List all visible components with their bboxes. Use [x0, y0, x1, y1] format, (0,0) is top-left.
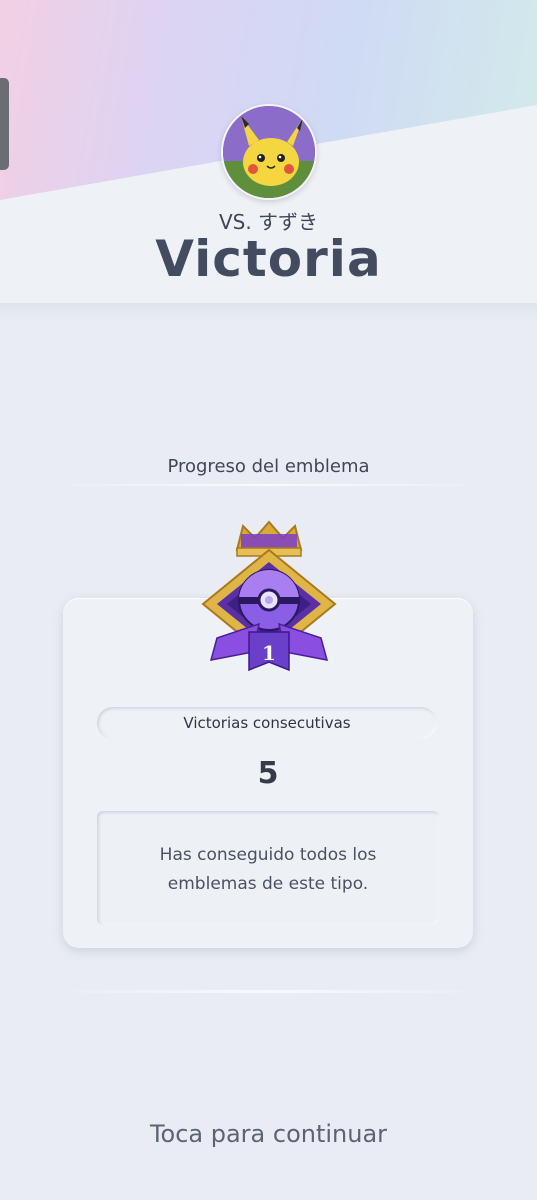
footer-divider: [50, 990, 487, 993]
header-divider: [0, 303, 537, 323]
result-title: Victoria: [155, 230, 382, 288]
pikachu-avatar-icon: [223, 106, 315, 198]
section-title: Progreso del emblema: [167, 456, 370, 477]
stat-value: 5: [257, 756, 279, 791]
opponent-avatar: [221, 104, 317, 200]
section-divider: [50, 484, 487, 486]
pokeball-medal-icon: 1: [201, 520, 337, 672]
badge-rank-number: 1: [262, 641, 276, 665]
side-handle[interactable]: [0, 78, 9, 170]
tap-to-continue-prompt[interactable]: Toca para continuar: [0, 1120, 537, 1148]
emblem-message: Has conseguido todos los emblemas de est…: [97, 811, 439, 925]
stat-label-pill: Victorias consecutivas: [97, 707, 437, 739]
